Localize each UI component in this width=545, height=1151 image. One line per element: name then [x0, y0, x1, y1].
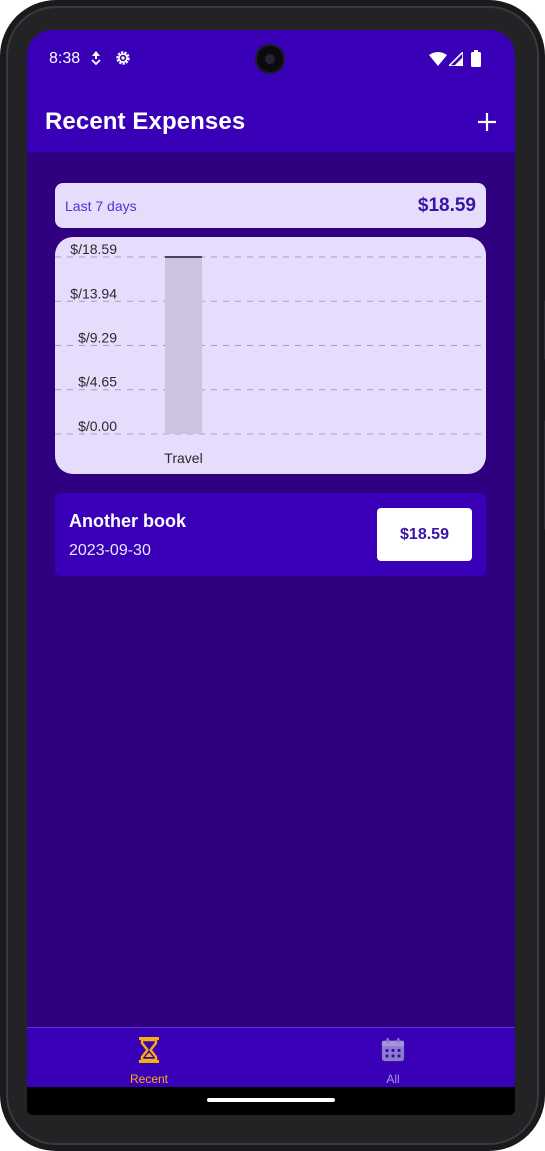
expense-amount: $18.59	[400, 525, 449, 543]
expense-list-item[interactable]: Another book 2023-09-30 $18.59	[55, 493, 486, 576]
settings-gear-icon	[116, 51, 130, 65]
plus-icon	[478, 113, 496, 131]
add-expense-button[interactable]	[469, 104, 505, 140]
chart-y-tick-label: $/0.00	[78, 418, 117, 434]
chart-y-tick-label: $/4.65	[78, 374, 117, 390]
summary-total: $18.59	[417, 195, 476, 216]
data-saver-icon	[91, 51, 101, 66]
expense-chart: $/18.59 $/13.94 $/9.29 $/4.65 $/0.00 Travel	[55, 237, 486, 474]
summary-period-label: Last 7 days	[65, 198, 137, 214]
page-title: Recent Expenses	[45, 108, 246, 135]
tab-all[interactable]: All	[271, 1028, 515, 1088]
status-time: 8:38	[49, 50, 81, 67]
front-camera	[255, 44, 285, 74]
chart-y-tick-label: $/18.59	[70, 241, 117, 257]
app-bar: Recent Expenses	[27, 90, 515, 154]
tab-all-label: All	[386, 1072, 400, 1086]
chart-x-tick-label: Travel	[164, 450, 202, 466]
expense-title: Another book	[69, 511, 186, 531]
chart-y-tick-label: $/13.94	[70, 285, 117, 301]
signal-icon	[449, 52, 463, 66]
tab-recent-label: Recent	[129, 1072, 169, 1086]
calendar-icon	[381, 1038, 405, 1062]
expense-date: 2023-09-30	[69, 542, 151, 559]
gesture-area	[27, 1087, 515, 1115]
summary-card: Last 7 days $18.59	[55, 183, 486, 228]
hourglass-icon	[139, 1037, 159, 1063]
screen: 8:38 Recent Expenses Last 7 days $18.59 …	[27, 30, 515, 1115]
chart-bar	[165, 257, 202, 434]
battery-icon	[471, 50, 481, 67]
status-bar: 8:38	[27, 30, 515, 90]
home-gesture-handle[interactable]	[207, 1098, 335, 1102]
device-frame: 8:38 Recent Expenses Last 7 days $18.59 …	[0, 0, 545, 1151]
tab-recent[interactable]: Recent	[27, 1028, 271, 1088]
chart-svg: $/18.59 $/13.94 $/9.29 $/4.65 $/0.00 Travel	[55, 241, 486, 466]
wifi-icon	[429, 52, 447, 66]
chart-y-tick-label: $/9.29	[78, 330, 117, 346]
expense-amount-badge: $18.59	[377, 508, 472, 561]
bottom-navigation: Recent All	[27, 1027, 515, 1087]
